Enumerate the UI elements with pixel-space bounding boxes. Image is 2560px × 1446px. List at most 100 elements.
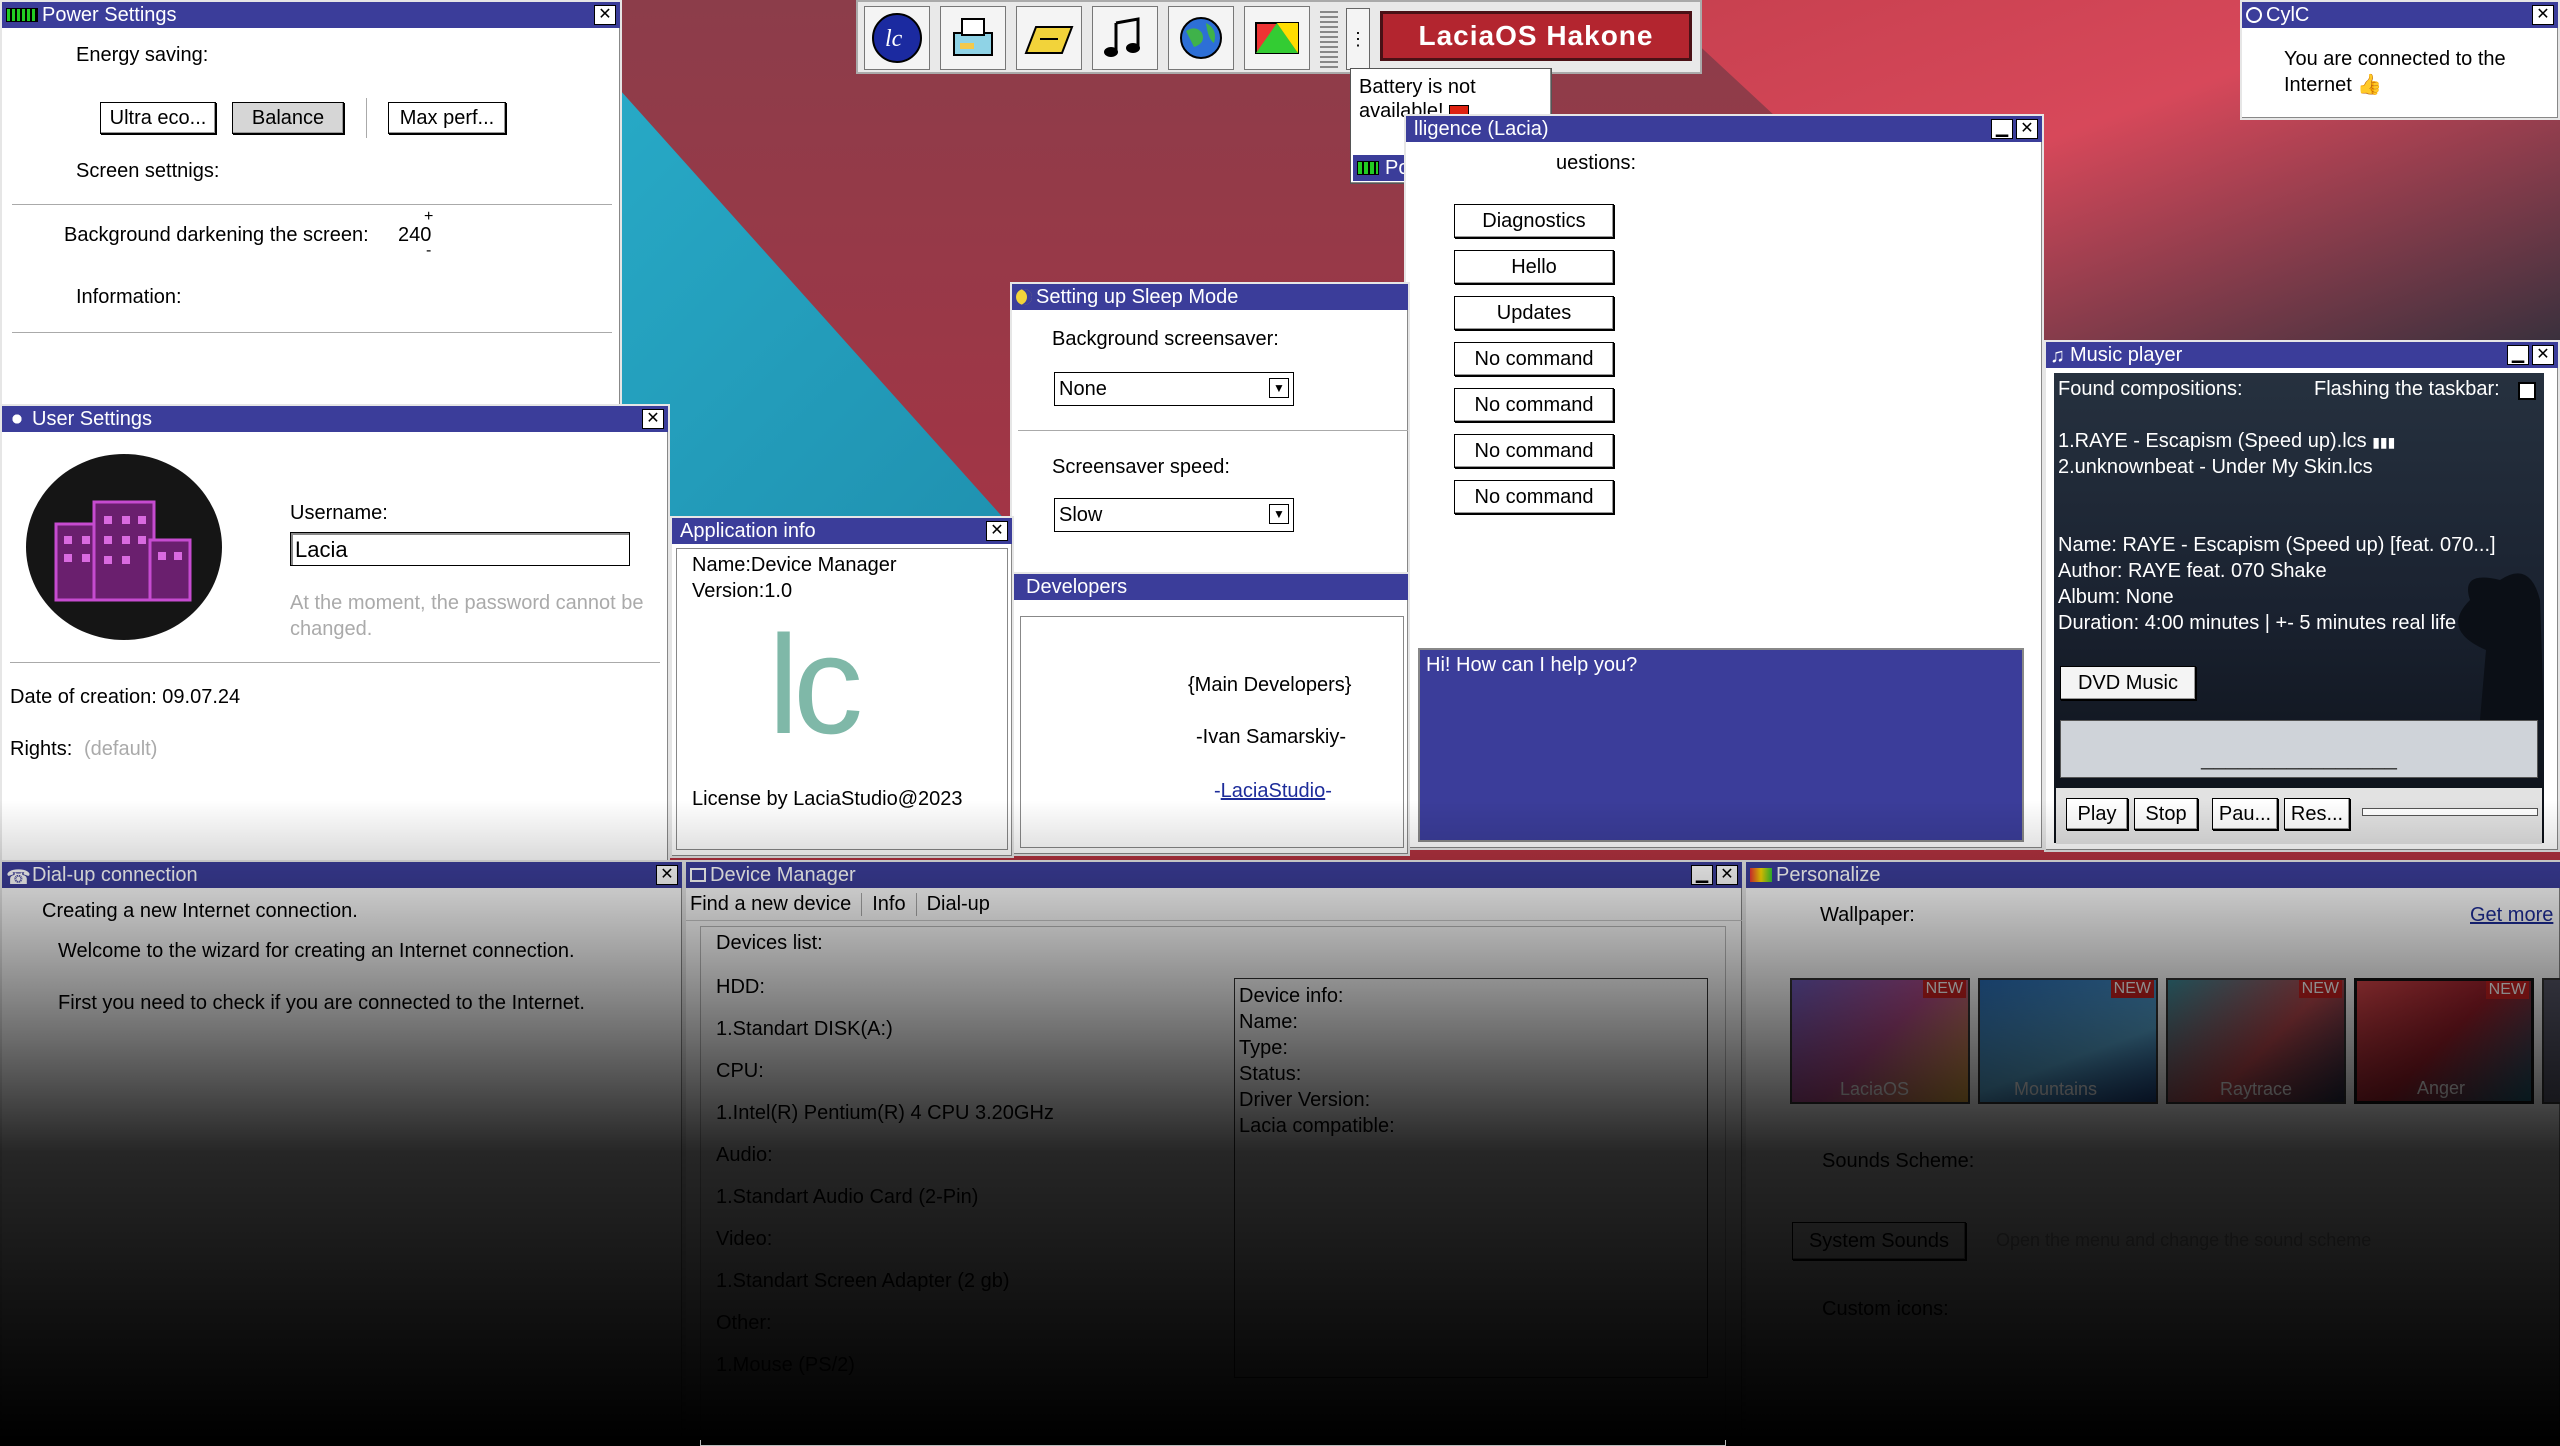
close-button[interactable]: ✕ xyxy=(986,521,1008,541)
music-note-icon: ♫ xyxy=(2050,345,2065,367)
wallpaper-thumb[interactable] xyxy=(2542,978,2560,1104)
stop-button[interactable]: Stop xyxy=(2134,798,2198,830)
updates-button[interactable]: Updates xyxy=(1454,296,1614,330)
taskbar: lc ⋮ LaciaOS Hakone xyxy=(856,0,1702,74)
chat-box[interactable]: Hi! How can I help you? xyxy=(1418,648,2024,842)
resume-button[interactable]: Res... xyxy=(2284,798,2350,830)
avatar[interactable] xyxy=(26,454,222,640)
minimize-button[interactable]: ▁ xyxy=(1691,865,1713,885)
titlebar[interactable]: User Settings ✕ xyxy=(2,406,668,432)
dialup-instruction: First you need to check if you are conne… xyxy=(58,992,585,1014)
window-title: User Settings xyxy=(32,407,153,430)
connection-message: You are connected to the Internet 👍 xyxy=(2284,46,2524,98)
play-button[interactable]: Play xyxy=(2066,798,2128,830)
titlebar[interactable]: lligence (Lacia) ▁ ✕ xyxy=(1406,116,2042,142)
device-item[interactable]: 1.Standart Screen Adapter (2 gb) xyxy=(716,1270,1010,1293)
no-command-button[interactable]: No command xyxy=(1454,480,1614,514)
screensaver-select[interactable]: None ▼ xyxy=(1054,372,1294,406)
system-sounds-button[interactable]: System Sounds xyxy=(1792,1222,1966,1260)
username-input[interactable]: Lacia xyxy=(290,532,630,566)
lc-logo-icon[interactable]: lc xyxy=(864,6,930,70)
minimize-button[interactable]: ▁ xyxy=(1991,119,2013,139)
wallpaper-thumb[interactable]: NEW Raytrace xyxy=(2166,978,2346,1104)
diagnostics-button[interactable]: Diagnostics xyxy=(1454,204,1614,238)
device-item[interactable]: 1.Standart DISK(A:) xyxy=(716,1018,893,1041)
globe-icon[interactable] xyxy=(1168,6,1234,70)
sounds-scheme-label: Sounds Scheme: xyxy=(1822,1150,1975,1172)
titlebar[interactable]: Developers xyxy=(1012,574,1408,600)
menu-dialup[interactable]: Dial-up xyxy=(917,893,1000,916)
folder-icon[interactable] xyxy=(1016,6,1082,70)
svg-text:lc: lc xyxy=(885,26,903,52)
no-command-button[interactable]: No command xyxy=(1454,388,1614,422)
close-button[interactable]: ✕ xyxy=(2016,119,2038,139)
device-info-name: Name: xyxy=(1239,1011,1298,1033)
flash-taskbar-label: Flashing the taskbar: xyxy=(2314,378,2500,400)
pause-button[interactable]: Pau... xyxy=(2212,798,2278,830)
wallpaper-thumb-selected[interactable]: NEW Anger xyxy=(2354,978,2534,1104)
wallpaper-thumb[interactable]: NEW LaciaOS xyxy=(1790,978,1970,1104)
device-item[interactable]: 1.Intel(R) Pentium(R) 4 CPU 3.20GHz xyxy=(716,1102,1054,1125)
moon-icon xyxy=(1016,289,1032,305)
titlebar[interactable]: Power Settings ✕ xyxy=(2,2,620,28)
titlebar[interactable]: ☎ Dial-up connection ✕ xyxy=(2,862,682,888)
balance-button[interactable]: Balance xyxy=(232,102,344,134)
battery-icon xyxy=(6,8,38,22)
window-title: Music player xyxy=(2070,343,2183,366)
ultra-eco-button[interactable]: Ultra eco... xyxy=(100,102,216,134)
no-command-button[interactable]: No command xyxy=(1454,434,1614,468)
max-perf-button[interactable]: Max perf... xyxy=(388,102,506,134)
progress-bar[interactable]: ________________ xyxy=(2060,720,2538,778)
device-group-label: HDD: xyxy=(716,976,765,998)
get-more-link[interactable]: Get more xyxy=(2470,904,2553,927)
close-button[interactable]: ✕ xyxy=(2532,345,2554,365)
device-item[interactable]: 1.Mouse (PS/2) xyxy=(716,1354,855,1377)
menu-info[interactable]: Info xyxy=(862,892,917,916)
device-info-status: Status: xyxy=(1239,1063,1302,1085)
device-item[interactable]: 1.Standart Audio Card (2-Pin) xyxy=(716,1186,978,1209)
menu-find-device[interactable]: Find a new device xyxy=(686,892,863,916)
taskbar-menu-icon[interactable]: ⋮ xyxy=(1346,8,1370,70)
taskbar-grip[interactable] xyxy=(1320,8,1338,68)
flash-taskbar-checkbox[interactable] xyxy=(2518,382,2536,400)
no-command-button[interactable]: No command xyxy=(1454,342,1614,376)
window-title: Power Settings xyxy=(42,3,177,26)
username-label: Username: xyxy=(290,502,388,524)
track-item[interactable]: 2.unknownbeat - Under My Skin.lcs xyxy=(2058,456,2373,479)
volume-slider[interactable] xyxy=(2362,808,2538,816)
titlebar[interactable]: Personalize xyxy=(1746,862,2560,888)
personalize-window: Personalize Wallpaper: Get more NEW Laci… xyxy=(1744,860,2560,1440)
device-group-label: Video: xyxy=(716,1228,773,1250)
titlebar[interactable]: Application info ✕ xyxy=(672,518,1012,544)
studio-link[interactable]: LaciaStudio xyxy=(1221,780,1326,802)
music-note-icon[interactable] xyxy=(1092,6,1158,70)
window-title: Device Manager xyxy=(710,863,856,886)
close-button[interactable]: ✕ xyxy=(656,865,678,885)
increment-icon[interactable]: + xyxy=(424,208,433,226)
titlebar[interactable]: ♫ Music player ▁ ✕ xyxy=(2046,342,2558,368)
hello-button[interactable]: Hello xyxy=(1454,250,1614,284)
new-badge: NEW xyxy=(2298,980,2342,998)
paint-icon[interactable] xyxy=(1244,6,1310,70)
printer-icon[interactable] xyxy=(940,6,1006,70)
wallpaper-thumb[interactable]: NEW Mountains xyxy=(1978,978,2158,1104)
titlebar[interactable]: CylC ✕ xyxy=(2242,2,2558,28)
sounds-note: Open the menu and change the sound schem… xyxy=(1996,1230,2372,1250)
minimize-button[interactable]: ▁ xyxy=(2507,345,2529,365)
speed-select[interactable]: Slow ▼ xyxy=(1054,498,1294,532)
new-badge: NEW xyxy=(2110,980,2154,998)
close-button[interactable]: ✕ xyxy=(642,409,664,429)
titlebar[interactable]: Setting up Sleep Mode xyxy=(1012,284,1408,310)
device-info-label: Device info: xyxy=(1239,985,1344,1007)
titlebar[interactable]: Device Manager ▁ ✕ xyxy=(686,862,1742,888)
battery-green-icon xyxy=(1357,161,1379,175)
track-title: 1.RAYE - Escapism (Speed up).lcs xyxy=(2058,430,2367,452)
dvd-music-button[interactable]: DVD Music xyxy=(2060,666,2196,700)
close-button[interactable]: ✕ xyxy=(1716,865,1738,885)
rights-label: Rights: xyxy=(10,738,73,760)
os-brand-button[interactable]: LaciaOS Hakone xyxy=(1380,11,1692,61)
track-item[interactable]: 1.RAYE - Escapism (Speed up).lcs ▮▮▮ xyxy=(2058,430,2395,453)
decrement-icon[interactable]: - xyxy=(426,242,431,260)
close-button[interactable]: ✕ xyxy=(2532,5,2554,25)
close-button[interactable]: ✕ xyxy=(594,5,616,25)
